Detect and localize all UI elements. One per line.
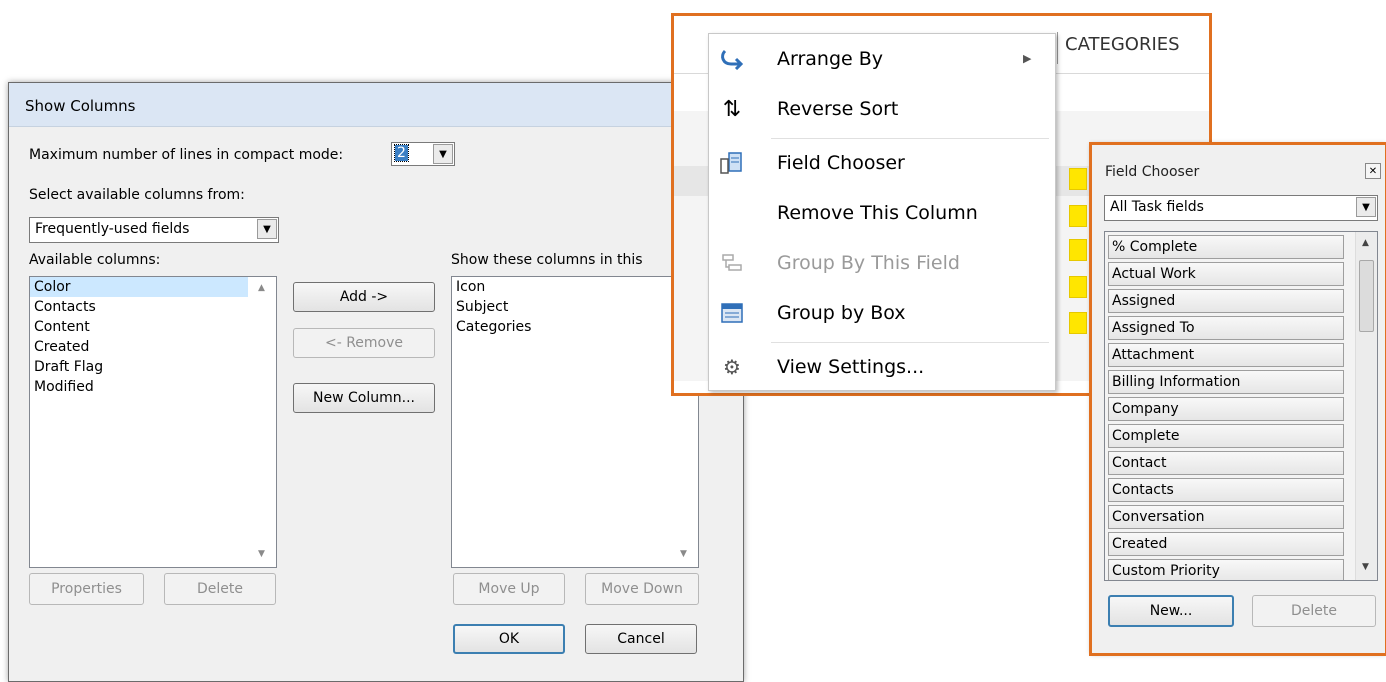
category-color-cell (1069, 239, 1087, 261)
field-item[interactable]: Company (1108, 397, 1344, 421)
select-from-value: Frequently-used fields (35, 221, 190, 237)
field-item[interactable]: Custom Priority (1108, 559, 1344, 580)
menu-item-label: Arrange By (777, 48, 884, 70)
new-column-button[interactable]: New Column... (293, 383, 435, 413)
group-by-box-icon (719, 300, 745, 326)
new-field-button[interactable]: New... (1108, 595, 1234, 627)
move-up-button[interactable]: Move Up (453, 573, 565, 605)
menu-item-field-chooser[interactable]: Field Chooser (709, 140, 1055, 188)
list-item[interactable]: Icon (452, 277, 698, 297)
menu-item-label: View Settings... (777, 356, 925, 378)
field-filter-select[interactable]: All Task fields ▼ (1104, 195, 1378, 221)
show-columns-dialog: Show Columns Maximum number of lines in … (8, 82, 744, 682)
select-from-select[interactable]: Frequently-used fields ▼ (29, 217, 279, 243)
delete-field-button[interactable]: Delete (1252, 595, 1376, 627)
move-down-button[interactable]: Move Down (585, 573, 699, 605)
group-by-field-icon (719, 250, 745, 276)
dialog-titlebar[interactable]: Show Columns (9, 83, 743, 127)
field-filter-value: All Task fields (1110, 199, 1204, 215)
max-lines-label: Maximum number of lines in compact mode: (29, 147, 344, 163)
field-chooser-icon (719, 150, 745, 176)
category-color-cell (1069, 205, 1087, 227)
categories-column-header[interactable]: CATEGORIES (1065, 34, 1180, 55)
menu-item-group-by-box[interactable]: Group by Box (709, 290, 1055, 338)
field-chooser-title: Field Chooser (1105, 164, 1200, 180)
max-lines-select[interactable]: 2 ▼ (391, 142, 455, 166)
select-from-label: Select available columns from: (29, 187, 245, 203)
menu-item-label: Remove This Column (777, 202, 978, 224)
close-icon[interactable]: ✕ (1365, 163, 1381, 179)
scroll-down-icon[interactable]: ▼ (1362, 562, 1369, 572)
field-item[interactable]: Created (1108, 532, 1344, 556)
field-item[interactable]: Contact (1108, 451, 1344, 475)
field-item[interactable]: Conversation (1108, 505, 1344, 529)
category-color-cell (1069, 312, 1087, 334)
remove-column-button[interactable]: <- Remove (293, 328, 435, 358)
field-item[interactable]: Billing Information (1108, 370, 1344, 394)
delete-button[interactable]: Delete (164, 573, 276, 605)
menu-separator (771, 138, 1049, 139)
field-item[interactable]: % Complete (1108, 235, 1344, 259)
menu-item-remove-column[interactable]: Remove This Column (709, 190, 1055, 238)
column-divider (1057, 32, 1058, 64)
category-color-cell (1069, 168, 1087, 190)
chevron-down-icon[interactable]: ▼ (433, 144, 453, 164)
field-list[interactable]: % Complete Actual Work Assigned Assigned… (1104, 231, 1378, 581)
scroll-up-icon[interactable]: ▲ (258, 283, 265, 293)
field-item[interactable]: Contacts (1108, 478, 1344, 502)
ok-button[interactable]: OK (453, 624, 565, 654)
reverse-sort-icon: ⇅ (722, 96, 742, 122)
list-item[interactable]: Created (30, 337, 276, 357)
list-item[interactable]: Color (30, 277, 248, 297)
available-columns-label: Available columns: (29, 252, 161, 268)
dialog-title: Show Columns (25, 97, 136, 115)
list-item[interactable]: Contacts (30, 297, 276, 317)
add-column-button[interactable]: Add -> (293, 282, 435, 312)
arrange-by-icon (719, 46, 745, 72)
context-menu: Arrange By ▶ ⇅ Reverse Sort Field Choose… (708, 33, 1056, 391)
chevron-down-icon[interactable]: ▼ (257, 219, 277, 239)
shown-columns-list[interactable]: Icon Subject Categories ▼ (451, 276, 699, 568)
field-item[interactable]: Assigned To (1108, 316, 1344, 340)
field-chooser-window: Field Chooser ✕ All Task fields ▼ % Comp… (1091, 144, 1386, 654)
menu-item-label: Group by Box (777, 302, 906, 324)
max-lines-value: 2 (394, 144, 409, 162)
field-item[interactable]: Attachment (1108, 343, 1344, 367)
field-list-scrollbar[interactable]: ▲ ▼ (1355, 232, 1377, 580)
list-item[interactable]: Subject (452, 297, 698, 317)
menu-separator (771, 342, 1049, 343)
menu-item-label: Group By This Field (777, 252, 960, 274)
chevron-down-icon[interactable]: ▼ (1356, 197, 1376, 217)
list-item[interactable]: Modified (30, 377, 276, 397)
list-item[interactable]: Categories (452, 317, 698, 337)
available-columns-list[interactable]: Color Contacts Content Created Draft Fla… (29, 276, 277, 568)
scrollbar-thumb[interactable] (1359, 260, 1374, 332)
menu-item-arrange-by[interactable]: Arrange By ▶ (709, 36, 1055, 84)
view-settings-icon: ⚙ (723, 355, 741, 379)
menu-item-view-settings[interactable]: ⚙ View Settings... (709, 344, 1055, 392)
field-item[interactable]: Assigned (1108, 289, 1344, 313)
menu-item-reverse-sort[interactable]: ⇅ Reverse Sort (709, 86, 1055, 134)
scroll-down-icon[interactable]: ▼ (680, 549, 687, 559)
menu-item-group-by-field[interactable]: Group By This Field (709, 240, 1055, 288)
submenu-arrow-icon: ▶ (1023, 52, 1032, 65)
scroll-up-icon[interactable]: ▲ (1362, 238, 1369, 248)
menu-item-label: Reverse Sort (777, 98, 899, 120)
scroll-down-icon[interactable]: ▼ (258, 549, 265, 559)
list-item[interactable]: Content (30, 317, 276, 337)
show-columns-label: Show these columns in this (451, 252, 643, 268)
properties-button[interactable]: Properties (29, 573, 144, 605)
cancel-button[interactable]: Cancel (585, 624, 697, 654)
menu-item-label: Field Chooser (777, 152, 905, 174)
list-item[interactable]: Draft Flag (30, 357, 276, 377)
field-item[interactable]: Actual Work (1108, 262, 1344, 286)
field-item[interactable]: Complete (1108, 424, 1344, 448)
category-color-cell (1069, 276, 1087, 298)
